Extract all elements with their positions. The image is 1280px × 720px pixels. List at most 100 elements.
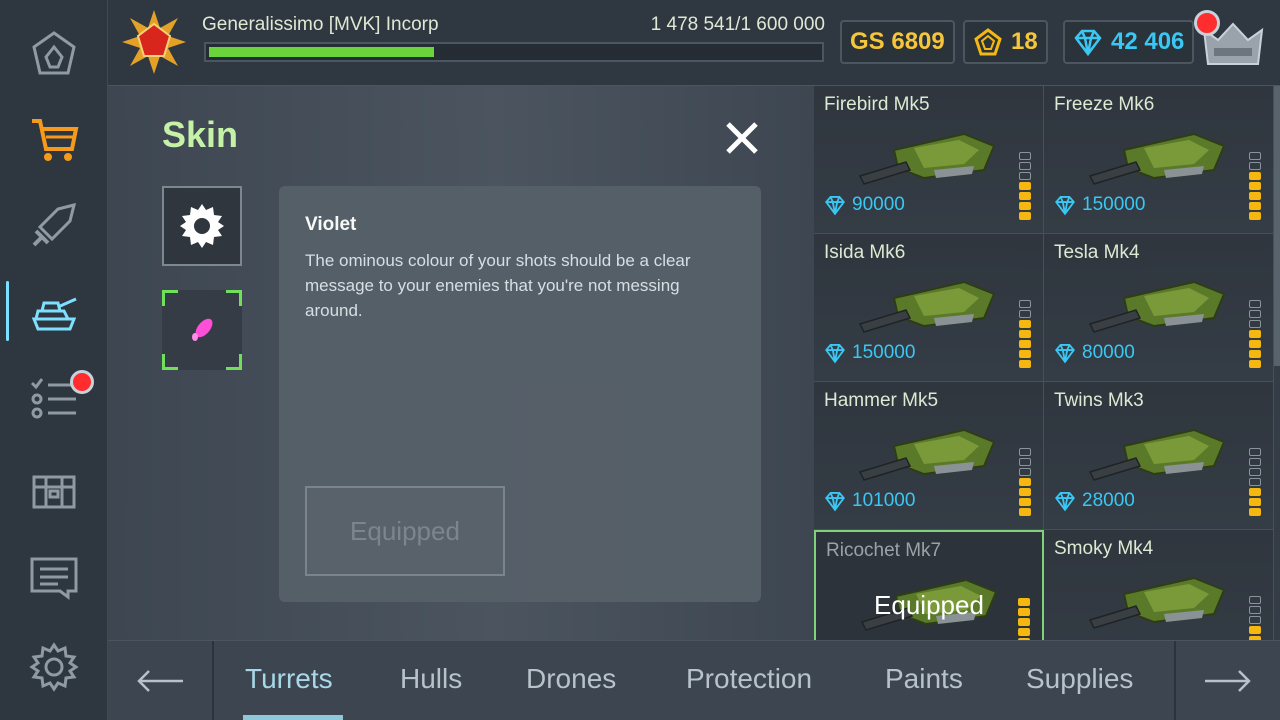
selection-corner <box>226 290 242 306</box>
upgrade-level-indicator <box>1249 596 1261 640</box>
upgrade-level-segment <box>1249 498 1261 506</box>
item-card[interactable]: Firebird Mk5 90000 <box>814 86 1044 234</box>
item-card[interactable]: Twins Mk3 28000 <box>1044 382 1274 530</box>
item-price-value: 150000 <box>1082 194 1146 215</box>
upgrade-level-segment <box>1249 212 1261 220</box>
news-icon <box>30 557 78 600</box>
skin-name: Violet <box>305 214 357 235</box>
close-icon <box>726 122 758 154</box>
upgrade-level-segment <box>1249 448 1261 456</box>
upgrade-level-segment <box>1018 618 1030 626</box>
upgrade-level-indicator <box>1249 152 1261 220</box>
settings-icon <box>29 642 79 692</box>
item-name: Hammer Mk5 <box>824 390 939 411</box>
sidebar-item-missions[interactable] <box>0 354 108 440</box>
item-card[interactable]: Isida Mk6 150000 <box>814 234 1044 382</box>
violet-shot-icon <box>192 318 213 341</box>
next-category-button[interactable] <box>1174 641 1280 720</box>
item-card[interactable]: Smoky Mk4 <box>1044 530 1274 640</box>
upgrade-level-segment <box>1249 340 1261 348</box>
item-card[interactable]: Ricochet Mk7 Equipped <box>814 530 1044 640</box>
upgrade-level-segment <box>1019 300 1031 308</box>
upgrade-level-segment <box>1249 320 1261 328</box>
sidebar-item-battle[interactable] <box>0 182 108 268</box>
item-card[interactable]: Freeze Mk6 150000 <box>1044 86 1274 234</box>
upgrade-level-segment <box>1249 596 1261 604</box>
skin-description: The ominous colour of your shots should … <box>305 251 691 320</box>
upgrade-level-segment <box>1249 626 1261 634</box>
upgrade-level-segment <box>1019 162 1031 170</box>
tab-turrets[interactable]: Turrets <box>245 663 333 695</box>
upgrade-level-segment <box>1249 478 1261 486</box>
missions-notification-dot <box>70 370 94 394</box>
upgrade-level-segment <box>1249 162 1261 170</box>
category-tabs: Turrets Hulls Drones Protection Paints S… <box>108 640 1280 720</box>
sidebar-item-home[interactable] <box>0 10 108 96</box>
diamonds-counter[interactable]: 42 406 <box>1063 20 1195 64</box>
item-name: Smoky Mk4 <box>1054 538 1154 559</box>
xp-progress-fill <box>209 47 435 57</box>
diamonds-value: 42 406 <box>1111 28 1185 55</box>
tab-paints[interactable]: Paints <box>885 663 963 695</box>
turret-image <box>1088 280 1226 333</box>
sidebar-item-containers[interactable] <box>0 448 108 534</box>
upgrade-level-segment <box>1249 350 1261 358</box>
rank-badge-icon[interactable] <box>120 8 188 76</box>
active-tab-underline <box>243 715 343 720</box>
gear-score-badge: GS 6809 <box>840 20 955 64</box>
shop-cart-icon <box>32 119 79 161</box>
skin-panel: Skin Violet The ominous colour of your s… <box>108 86 814 640</box>
item-card[interactable]: Hammer Mk5 101000 <box>814 382 1044 530</box>
close-button[interactable] <box>720 116 764 160</box>
upgrade-level-indicator <box>1018 598 1030 640</box>
tab-supplies[interactable]: Supplies <box>1026 663 1133 695</box>
selection-corner <box>162 354 178 370</box>
upgrade-level-segment <box>1019 202 1031 210</box>
premium-crown-button[interactable] <box>1194 10 1268 70</box>
diamond-icon <box>825 344 845 364</box>
upgrade-level-segment <box>1249 488 1261 496</box>
tab-hulls[interactable]: Hulls <box>400 663 462 695</box>
upgrade-level-segment <box>1249 606 1261 614</box>
skin-slot-default[interactable] <box>162 186 242 266</box>
item-price-value: 80000 <box>1082 342 1135 363</box>
upgrade-level-indicator <box>1019 300 1031 368</box>
item-name: Firebird Mk5 <box>824 94 930 115</box>
equip-button[interactable]: Equipped <box>305 486 505 576</box>
item-price: 150000 <box>824 342 915 364</box>
upgrade-level-segment <box>1019 192 1031 200</box>
upgrade-level-segment <box>1018 608 1030 616</box>
upgrade-level-segment <box>1249 192 1261 200</box>
item-grid: Firebird Mk5 90000 Freeze Mk6 150000 Isida M… <box>814 86 1280 640</box>
diamond-icon <box>1055 492 1075 512</box>
tab-drones[interactable]: Drones <box>526 663 616 695</box>
upgrade-level-segment <box>1249 182 1261 190</box>
sidebar-item-shop[interactable] <box>0 96 108 182</box>
diamond-icon <box>825 492 845 512</box>
turret-image <box>1088 132 1226 185</box>
selection-corner <box>162 290 178 306</box>
upgrade-level-segment <box>1019 330 1031 338</box>
upgrade-level-segment <box>1019 458 1031 466</box>
item-price-value: 150000 <box>852 342 916 363</box>
upgrade-level-segment <box>1249 360 1261 368</box>
crystal-pentagon-icon <box>974 28 1002 56</box>
tab-protection[interactable]: Protection <box>686 663 812 695</box>
upgrade-level-indicator <box>1019 448 1031 516</box>
item-price-value: 90000 <box>852 194 905 215</box>
skin-slot-violet[interactable] <box>162 290 242 370</box>
upgrade-level-indicator <box>1249 448 1261 516</box>
sidebar-item-news[interactable] <box>0 534 108 620</box>
sidebar-item-garage[interactable] <box>0 268 108 354</box>
upgrade-level-segment <box>1249 310 1261 318</box>
upgrade-level-segment <box>1019 360 1031 368</box>
upgrade-level-segment <box>1249 152 1261 160</box>
item-card[interactable]: Tesla Mk4 80000 <box>1044 234 1274 382</box>
grid-scrollbar[interactable] <box>1274 86 1280 366</box>
prev-category-button[interactable] <box>108 641 214 720</box>
upgrade-level-segment <box>1019 498 1031 506</box>
sidebar-item-settings[interactable] <box>0 624 108 710</box>
upgrade-level-segment <box>1249 468 1261 476</box>
crystals-counter[interactable]: 18 <box>963 20 1048 64</box>
item-name: Tesla Mk4 <box>1054 242 1140 263</box>
